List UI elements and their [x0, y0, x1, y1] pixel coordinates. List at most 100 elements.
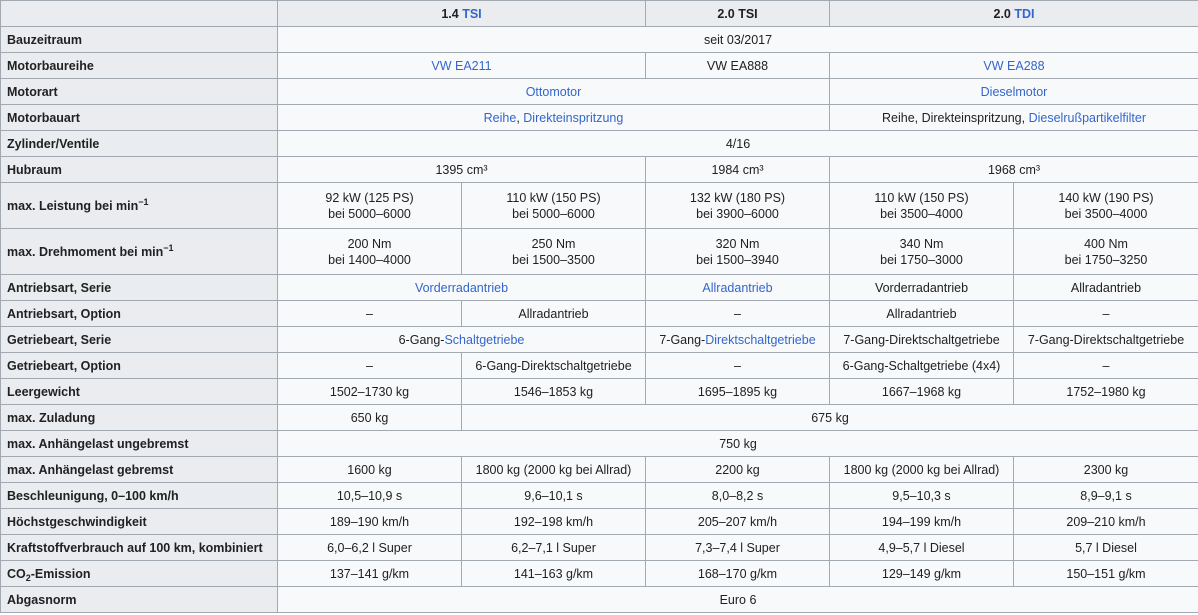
cell-line: 320 Nm [715, 236, 760, 251]
row-label: max. Drehmoment bei min−1 [0, 228, 278, 275]
schaltgetriebe-link[interactable]: Schaltgetriebe [444, 333, 524, 347]
table-cell: 340 Nm bei 1750–3000 [829, 228, 1014, 275]
cell-line: bei 5000–6000 [328, 206, 411, 221]
row-label: Antriebsart, Option [0, 300, 278, 327]
table-cell: 9,6–10,1 s [461, 482, 646, 509]
table-cell: 1984 cm³ [645, 156, 830, 183]
row-label: Getriebeart, Serie [0, 326, 278, 353]
table-cell: 1968 cm³ [829, 156, 1198, 183]
row-label: Kraftstoffverbrauch auf 100 km, kombinie… [0, 534, 278, 561]
leistung-label-sup: −1 [138, 196, 149, 207]
row-antriebsart-option: Antriebsart, Option – Allradantrieb – Al… [0, 300, 1198, 327]
ottomotor-link[interactable]: Ottomotor [526, 85, 582, 99]
table-cell: 129–149 g/km [829, 560, 1014, 587]
table-cell: 200 Nm bei 1400–4000 [277, 228, 462, 275]
tdi-link[interactable]: TDI [1014, 7, 1034, 21]
table-cell: 1800 kg (2000 kg bei Allrad) [829, 456, 1014, 483]
table-cell: 6-Gang-Schaltgetriebe [277, 326, 646, 353]
row-anhaengelast-ungebremst: max. Anhängelast ungebremst 750 kg [0, 430, 1198, 457]
table-cell: 2300 kg [1013, 456, 1198, 483]
table-cell: 150–151 g/km [1013, 560, 1198, 587]
row-motorbauart: Motorbauart Reihe, Direkteinspritzung Re… [0, 104, 1198, 131]
table-cell: 1800 kg (2000 kg bei Allrad) [461, 456, 646, 483]
direkteinspritzung-link[interactable]: Direkteinspritzung [523, 111, 623, 125]
table-cell: – [645, 300, 830, 327]
table-cell: 192–198 km/h [461, 508, 646, 535]
table-cell: – [277, 300, 462, 327]
dieselmotor-link[interactable]: Dieselmotor [981, 85, 1048, 99]
cell-line: bei 3500–4000 [1064, 206, 1148, 221]
dieselrusspartikelfilter-link[interactable]: Dieselrußpartikelfilter [1029, 111, 1146, 125]
cell-line: bei 5000–6000 [512, 206, 595, 221]
table-cell: 1600 kg [277, 456, 462, 483]
table-cell: 8,0–8,2 s [645, 482, 830, 509]
table-cell: 6,0–6,2 l Super [277, 534, 462, 561]
table-cell: 6-Gang-Schaltgetriebe (4x4) [829, 352, 1014, 379]
table-cell: 320 Nm bei 1500–3940 [645, 228, 830, 275]
table-cell: 209–210 km/h [1013, 508, 1198, 535]
row-getriebeart-serie: Getriebeart, Serie 6-Gang-Schaltgetriebe… [0, 326, 1198, 353]
row-leergewicht: Leergewicht 1502–1730 kg 1546–1853 kg 16… [0, 378, 1198, 405]
row-getriebeart-option: Getriebeart, Option – 6-Gang-Direktschal… [0, 352, 1198, 379]
table-cell: 7-Gang-Direktschaltgetriebe [645, 326, 830, 353]
reihe-link[interactable]: Reihe [484, 111, 517, 125]
table-cell: Reihe, Direkteinspritzung [277, 104, 830, 131]
table-cell: 750 kg [277, 430, 1198, 457]
table-cell: 7-Gang-Direktschaltgetriebe [829, 326, 1014, 353]
cell-line: 110 kW (150 PS) [506, 190, 601, 205]
ea288-link[interactable]: VW EA288 [983, 59, 1044, 73]
ea211-link[interactable]: VW EA211 [431, 59, 491, 73]
co2-label-pre: CO [7, 566, 26, 581]
cell-line: 92 kW (125 PS) [325, 190, 414, 205]
allradantrieb-link[interactable]: Allradantrieb [702, 281, 772, 295]
engine-specs-table: 1.4 TSI 2.0 TSI 2.0 TDI Bauzeitraum seit… [0, 0, 1198, 613]
table-cell: Allradantrieb [645, 274, 830, 301]
tsi-link[interactable]: TSI [462, 7, 481, 21]
header-2-0-tdi-prefix: 2.0 [993, 6, 1015, 21]
direktschaltgetriebe-link[interactable]: Direktschaltgetriebe [705, 333, 815, 347]
table-cell: 1667–1968 kg [829, 378, 1014, 405]
header-2-0-tsi: 2.0 TSI [645, 0, 830, 27]
row-label: max. Anhängelast gebremst [0, 456, 278, 483]
table-cell: – [1013, 300, 1198, 327]
co2-label-post: -Emission [30, 566, 91, 581]
table-cell: 1695–1895 kg [645, 378, 830, 405]
row-label: Motorbauart [0, 104, 278, 131]
table-cell: 168–170 g/km [645, 560, 830, 587]
row-hoechstgeschwindigkeit: Höchstgeschwindigkeit 189–190 km/h 192–1… [0, 508, 1198, 535]
row-label: Beschleunigung, 0–100 km/h [0, 482, 278, 509]
table-cell: 400 Nm bei 1750–3250 [1013, 228, 1198, 275]
row-beschleunigung: Beschleunigung, 0–100 km/h 10,5–10,9 s 9… [0, 482, 1198, 509]
header-row: 1.4 TSI 2.0 TSI 2.0 TDI [0, 0, 1198, 27]
row-motorbaureihe: Motorbaureihe VW EA211 VW EA888 VW EA288 [0, 52, 1198, 79]
table-cell: Vorderradantrieb [277, 274, 646, 301]
cell-line: 132 kW (180 PS) [689, 190, 786, 205]
getriebe-b-prefix: 7-Gang- [659, 332, 706, 347]
table-cell: 6-Gang-Direktschaltgetriebe [461, 352, 646, 379]
table-cell: VW EA888 [645, 52, 830, 79]
table-cell: – [1013, 352, 1198, 379]
table-cell: 7-Gang-Direktschaltgetriebe [1013, 326, 1198, 353]
table-cell: 5,7 l Diesel [1013, 534, 1198, 561]
cell-line: bei 3900–6000 [696, 206, 779, 221]
table-cell: Allradantrieb [1013, 274, 1198, 301]
cell-line: bei 3500–4000 [880, 206, 963, 221]
cell-line: bei 1400–4000 [328, 252, 411, 267]
table-cell: – [277, 352, 462, 379]
diesel-bauart-text: Reihe, Direkteinspritzung, [881, 110, 1029, 125]
table-cell: Euro 6 [277, 586, 1198, 613]
getriebe-a-prefix: 6-Gang- [398, 332, 445, 347]
drehmoment-label-sup: −1 [163, 242, 174, 253]
header-1-4-tsi: 1.4 TSI [277, 0, 646, 27]
row-label: Zylinder/Ventile [0, 130, 278, 157]
row-abgasnorm: Abgasnorm Euro 6 [0, 586, 1198, 613]
table-cell: 9,5–10,3 s [829, 482, 1014, 509]
table-cell: Vorderradantrieb [829, 274, 1014, 301]
row-co2-emission: CO2-Emission 137–141 g/km 141–163 g/km 1… [0, 560, 1198, 587]
row-drehmoment: max. Drehmoment bei min−1 200 Nm bei 1400… [0, 228, 1198, 275]
table-cell: Reihe, Direkteinspritzung, Dieselrußpart… [829, 104, 1198, 131]
cell-line: bei 1750–3250 [1064, 252, 1148, 267]
table-cell: 1752–1980 kg [1013, 378, 1198, 405]
row-leistung: max. Leistung bei min−1 92 kW (125 PS) be… [0, 182, 1198, 229]
vorderradantrieb-link[interactable]: Vorderradantrieb [415, 281, 508, 295]
